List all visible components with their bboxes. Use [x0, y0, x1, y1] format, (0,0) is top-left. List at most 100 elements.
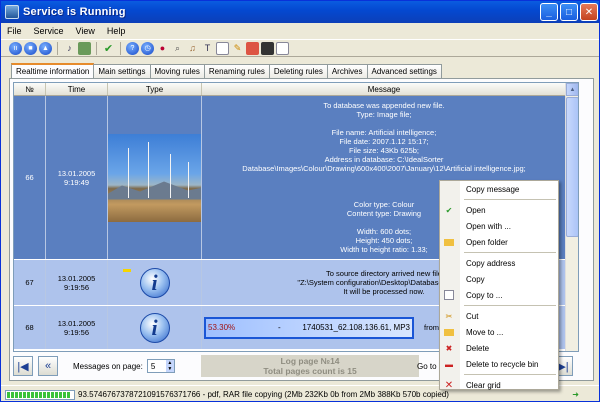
menu-item-open-folder[interactable]: Open folder — [440, 234, 558, 250]
menu-item-label: Copy message — [466, 184, 520, 194]
menu-item-label: Copy — [466, 274, 485, 284]
edit-icon[interactable]: ✎ — [231, 42, 244, 55]
message-line: Content type: Drawing — [346, 209, 422, 218]
tab-realtime-information[interactable]: Realtime information — [11, 63, 95, 78]
row-time: 13.01.2005 9:19:56 — [46, 306, 108, 349]
row-type: i — [108, 306, 202, 349]
menu-item-label: Open with ... — [466, 221, 511, 231]
menu-view[interactable]: View — [76, 26, 95, 36]
page-icon[interactable] — [276, 41, 289, 55]
minimize-button[interactable]: _ — [540, 3, 558, 21]
row-time-text: 9:19:56 — [63, 282, 90, 292]
pause-icon[interactable]: ıı — [9, 41, 22, 55]
tab-advanced-settings[interactable]: Advanced settings — [366, 64, 442, 78]
column-header-time[interactable]: Time — [46, 83, 108, 95]
music-icon[interactable]: ♪ — [63, 42, 76, 55]
column-header-message[interactable]: Message — [202, 83, 567, 95]
vertical-scrollbar[interactable]: ▲ — [565, 83, 578, 351]
menu-service[interactable]: Service — [34, 26, 64, 36]
column-header-type[interactable]: Type — [108, 83, 202, 95]
picture-icon[interactable] — [78, 41, 91, 55]
text-icon[interactable]: T — [201, 42, 214, 55]
menu-item-move-to[interactable]: Move to ... — [440, 324, 558, 340]
menu-item-copy-message[interactable]: Copy message — [440, 181, 558, 197]
message-line: Width to height ratio: 1.33; — [340, 245, 428, 254]
eject-icon[interactable]: ▲ — [39, 41, 52, 55]
message-line: It will be processed now. — [343, 287, 425, 296]
app-window: Service is Running _ □ ✕ File Service Vi… — [0, 0, 600, 402]
row-number: 67 — [14, 260, 46, 305]
image-thumbnail — [108, 133, 201, 222]
clock-icon[interactable]: ◷ — [141, 41, 154, 55]
scissors-icon: ✂ — [445, 311, 453, 321]
log-page-indicator: Log page №14 Total pages count is 15 — [201, 355, 419, 377]
check-icon: ✔ — [445, 205, 453, 215]
menu-item-open-with[interactable]: Open with ... — [440, 218, 558, 234]
first-page-button[interactable]: |◀ — [13, 356, 33, 376]
row-number: 66 — [14, 96, 46, 259]
film-icon[interactable] — [261, 41, 274, 55]
menu-item-label: Open — [466, 205, 486, 215]
app-icon — [5, 5, 19, 19]
menu-item-open[interactable]: ✔ Open — [440, 202, 558, 218]
menu-file[interactable]: File — [7, 26, 22, 36]
menu-help[interactable]: Help — [107, 26, 126, 36]
help-icon[interactable]: ? — [126, 41, 139, 55]
maximize-button[interactable]: □ — [560, 3, 578, 21]
messages-per-page-input[interactable]: 5 ▲ ▼ — [146, 359, 175, 373]
tab-main-settings[interactable]: Main settings — [93, 64, 151, 78]
close-button[interactable]: ✕ — [580, 3, 598, 21]
menu-item-copy[interactable]: Copy — [440, 271, 558, 287]
menu-item-clear-grid[interactable]: ✕ Clear grid — [440, 377, 558, 393]
warning-marker — [123, 269, 131, 272]
tab-archives[interactable]: Archives — [326, 64, 368, 78]
message-line — [383, 218, 385, 227]
window-title: Service is Running — [23, 6, 126, 18]
users-icon[interactable]: ● — [156, 42, 169, 55]
palette-icon[interactable] — [246, 41, 259, 55]
tab-deleting-rules[interactable]: Deleting rules — [268, 64, 328, 78]
message-line: Address in database: C:\IdealSorter — [324, 155, 444, 164]
spin-down-icon[interactable]: ▼ — [165, 366, 174, 372]
message-line — [383, 119, 385, 128]
toolbar-separator — [120, 41, 121, 55]
tab-strip: Realtime information Main settings Movin… — [11, 63, 442, 78]
recycle-icon: ▬ — [445, 359, 453, 369]
message-line: Height: 450 dots; — [355, 236, 413, 245]
document-icon[interactable] — [216, 41, 229, 55]
menu-item-delete[interactable]: ✖ Delete — [440, 340, 558, 356]
status-text: 93.5746767378721091576371766 - pdf, RAR … — [78, 390, 449, 399]
menu-item-copy-address[interactable]: Copy address — [440, 255, 558, 271]
message-line: File date: 2007.1.12 15:17; — [339, 137, 429, 146]
folder-move-icon — [444, 329, 454, 336]
delete-icon: ✖ — [445, 343, 453, 353]
stop-icon[interactable]: ■ — [24, 41, 37, 55]
toolbar-separator — [57, 41, 58, 55]
row-time-text: 9:19:49 — [63, 177, 90, 187]
menu-item-cut[interactable]: ✂ Cut — [440, 308, 558, 324]
tab-moving-rules[interactable]: Moving rules — [149, 64, 205, 78]
tab-renaming-rules[interactable]: Renaming rules — [203, 64, 270, 78]
prev-page-button[interactable]: « — [38, 356, 58, 376]
message-line: Color type: Colour — [353, 200, 415, 209]
notes-icon[interactable]: ♫ — [186, 42, 199, 55]
message-line: File size: 43Kb 625b; — [348, 146, 420, 155]
scroll-up-icon[interactable]: ▲ — [566, 83, 578, 96]
menu-item-label: Clear grid — [466, 380, 501, 390]
menu-item-delete-to-recycle-bin[interactable]: ▬ Delete to recycle bin — [440, 356, 558, 372]
row-time: 13.01.2005 9:19:49 — [46, 96, 108, 259]
menu-bar: File Service View Help — [1, 23, 599, 39]
message-line: Database\Images\Colour\Drawing\600x400\2… — [242, 164, 526, 173]
menu-item-copy-to[interactable]: Copy to ... — [440, 287, 558, 303]
progress-separator: - — [278, 323, 281, 332]
tray-arrow-icon[interactable]: ➜ — [572, 390, 579, 399]
search-icon[interactable]: ⌕ — [171, 42, 184, 55]
menu-item-label: Cut — [466, 311, 479, 321]
apply-check-icon[interactable]: ✔ — [102, 42, 115, 55]
progress-from-label: from — [424, 323, 439, 332]
title-bar[interactable]: Service is Running _ □ ✕ — [1, 1, 599, 23]
row-time: 13.01.2005 9:19:56 — [46, 260, 108, 305]
toolbar-separator — [96, 41, 97, 55]
scroll-thumb[interactable] — [566, 97, 578, 237]
column-header-number[interactable]: № — [14, 83, 46, 95]
